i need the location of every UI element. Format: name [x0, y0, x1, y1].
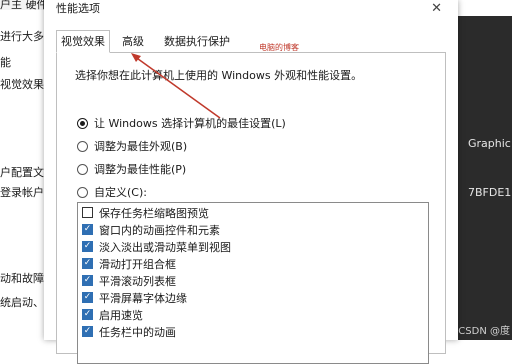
list-item-label: 淡入淡出或滑动菜单到视图 [99, 240, 231, 254]
tab-dep[interactable]: 数据执行保护 [159, 30, 235, 53]
dialog-title: 性能选项 [56, 2, 100, 15]
radio-label: 让 Windows 选择计算机的最佳设置(L) [94, 117, 286, 130]
list-item[interactable]: ✓ 任务栏中的动画 [82, 324, 176, 339]
checkbox-icon[interactable]: ✓ [82, 224, 93, 235]
checkbox-icon[interactable] [82, 207, 93, 218]
tab-advanced[interactable]: 高级 [117, 30, 149, 53]
radio-indicator [77, 117, 88, 129]
radio-label: 调整为最佳性能(P) [94, 163, 187, 176]
titlebar: 性能选项 ✕ [44, 0, 458, 22]
background-text: 能 [0, 56, 11, 69]
list-item-label: 保存任务栏缩略图预览 [99, 206, 209, 220]
background-text: 7BFDE1B [468, 186, 512, 199]
list-item[interactable]: ✓ 平滑屏幕字体边缘 [82, 290, 187, 305]
list-item[interactable]: 保存任务栏缩略图预览 [82, 205, 209, 220]
performance-options-dialog: 性能选项 ✕ 视觉效果 高级 数据执行保护 选择你想在此计算机上使用的 Wind… [44, 0, 458, 364]
list-item-label: 滑动打开组合框 [99, 257, 176, 271]
tab-visual-effects[interactable]: 视觉效果 [56, 30, 110, 53]
list-item[interactable]: ✓ 平滑滚动列表框 [82, 273, 176, 288]
close-icon[interactable]: ✕ [431, 1, 442, 16]
list-item[interactable]: ✓ 启用速览 [82, 307, 143, 322]
description-text: 选择你想在此计算机上使用的 Windows 外观和性能设置。 [75, 69, 363, 82]
list-item[interactable]: ✓ 滑动打开组合框 [82, 256, 176, 271]
list-item[interactable]: ✓ 窗口内的动画控件和元素 [82, 222, 220, 237]
radio-indicator [77, 186, 88, 198]
radio-label: 自定义(C): [94, 186, 147, 199]
radio-best-performance[interactable]: 调整为最佳性能(P) [77, 161, 186, 177]
list-item-label: 平滑滚动列表框 [99, 274, 176, 288]
radio-best-appearance[interactable]: 调整为最佳外观(B) [77, 138, 187, 154]
watermark: CSDN @度 [458, 326, 510, 337]
checkbox-icon[interactable]: ✓ [82, 241, 93, 252]
checkbox-icon[interactable]: ✓ [82, 292, 93, 303]
radio-let-windows-choose[interactable]: 让 Windows 选择计算机的最佳设置(L) [77, 115, 286, 131]
list-item-label: 任务栏中的动画 [99, 325, 176, 339]
radio-label: 调整为最佳外观(B) [94, 140, 188, 153]
background-window-right: Graphic 7BFDE1B [458, 0, 512, 340]
list-item-label: 平滑屏幕字体边缘 [99, 291, 187, 305]
background-text: Graphic [468, 137, 511, 150]
radio-indicator [77, 140, 88, 152]
checkbox-icon[interactable]: ✓ [82, 275, 93, 286]
checkbox-icon[interactable]: ✓ [82, 258, 93, 269]
annotation-text: 电脑的博客 [259, 43, 299, 52]
background-text: 户主 硬件 [0, 0, 48, 11]
checkbox-icon[interactable]: ✓ [82, 326, 93, 337]
radio-indicator [77, 163, 88, 175]
list-item-label: 启用速览 [99, 308, 143, 322]
list-item-label: 窗口内的动画控件和元素 [99, 223, 220, 237]
visual-effects-panel: 选择你想在此计算机上使用的 Windows 外观和性能设置。 让 Windows… [56, 52, 446, 364]
radio-custom[interactable]: 自定义(C): [77, 184, 147, 200]
checkbox-icon[interactable]: ✓ [82, 309, 93, 320]
background-titlebar [458, 0, 512, 16]
list-item[interactable]: ✓ 淡入淡出或滑动菜单到视图 [82, 239, 231, 254]
